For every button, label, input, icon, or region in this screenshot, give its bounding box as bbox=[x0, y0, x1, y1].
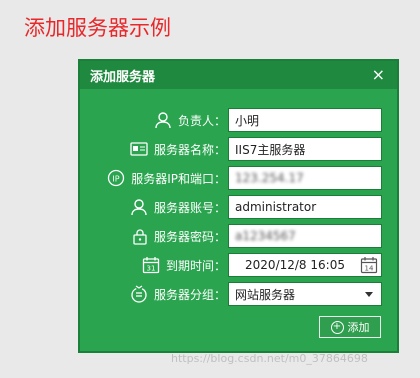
server-name-row: 服务器名称： IIS7主服务器 bbox=[80, 137, 401, 161]
calendar-day-text: 14 bbox=[365, 265, 374, 273]
ip-port-label: 服务器IP和端口： bbox=[131, 171, 226, 186]
dropdown-arrow-icon[interactable] bbox=[365, 292, 373, 297]
owner-row: 负责人： 小明 bbox=[80, 108, 401, 132]
expiry-row: 31 到期时间： 2020/12/8 16:05 14 bbox=[80, 253, 401, 277]
dialog-title: 添加服务器 bbox=[90, 69, 156, 85]
date-picker-icon[interactable]: 14 bbox=[360, 256, 378, 277]
password-label: 服务器密码： bbox=[153, 229, 226, 244]
account-input[interactable]: administrator bbox=[228, 195, 382, 219]
dialog-header: 添加服务器 × bbox=[80, 61, 397, 89]
group-select[interactable]: 网站服务器 bbox=[228, 282, 382, 306]
server-card-icon bbox=[130, 142, 148, 156]
close-icon[interactable]: × bbox=[372, 67, 385, 83]
add-button-label: 添加 bbox=[347, 321, 370, 334]
expiry-input[interactable]: 2020/12/8 16:05 14 bbox=[228, 253, 382, 277]
expiry-label: 到期时间： bbox=[165, 258, 226, 273]
password-input[interactable]: a1234567 bbox=[228, 224, 382, 248]
password-value: a1234567 bbox=[235, 229, 296, 243]
group-icon bbox=[130, 285, 148, 303]
server-name-label: 服务器名称： bbox=[153, 142, 226, 157]
user-icon bbox=[130, 198, 148, 216]
add-button[interactable]: + 添加 bbox=[319, 316, 381, 338]
group-selected-value: 网站服务器 bbox=[235, 287, 296, 302]
account-row: 服务器账号： administrator bbox=[80, 195, 401, 219]
ip-port-input[interactable]: 123.254.17 bbox=[228, 166, 382, 190]
calendar-icon: 31 bbox=[142, 256, 160, 274]
svg-text:31: 31 bbox=[147, 265, 156, 273]
add-server-dialog: 添加服务器 × 负责人： 小明 服务器名称： IIS7主服务器 IP 服务器IP… bbox=[78, 59, 399, 353]
ip-port-row: IP 服务器IP和端口： 123.254.17 bbox=[80, 166, 401, 190]
person-icon bbox=[154, 111, 172, 129]
password-row: 服务器密码： a1234567 bbox=[80, 224, 401, 248]
group-label: 服务器分组： bbox=[153, 287, 226, 302]
lock-icon bbox=[132, 228, 148, 245]
plus-circle-icon: + bbox=[330, 320, 344, 334]
group-row: 服务器分组： 网站服务器 bbox=[80, 282, 401, 306]
watermark: https://blog.csdn.net/m0_37864698 bbox=[171, 352, 368, 365]
owner-input[interactable]: 小明 bbox=[228, 108, 382, 132]
ip-icon: IP bbox=[107, 169, 125, 187]
owner-label: 负责人： bbox=[177, 113, 226, 128]
expiry-value: 2020/12/8 16:05 bbox=[245, 258, 345, 272]
account-label: 服务器账号： bbox=[153, 200, 226, 215]
svg-text:IP: IP bbox=[113, 175, 120, 184]
ip-port-value: 123.254.17 bbox=[235, 171, 304, 185]
page-title: 添加服务器示例 bbox=[24, 16, 171, 40]
server-name-input[interactable]: IIS7主服务器 bbox=[228, 137, 382, 161]
